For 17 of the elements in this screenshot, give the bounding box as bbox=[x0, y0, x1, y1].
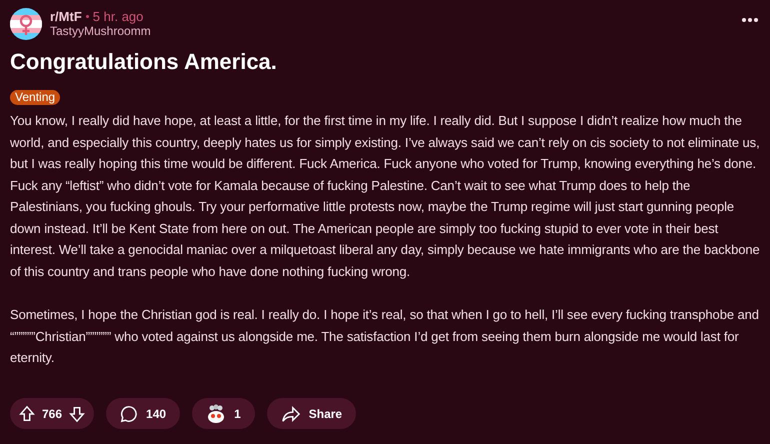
post-time: 5 hr. ago bbox=[92, 9, 144, 24]
subreddit-link[interactable]: r/MtF bbox=[50, 9, 82, 24]
share-arrow-icon bbox=[280, 404, 301, 422]
flair-tag[interactable]: Venting bbox=[10, 90, 60, 105]
downvote-icon[interactable] bbox=[68, 404, 86, 422]
vote-count: 766 bbox=[42, 406, 62, 422]
author-link[interactable]: TastyyMushroomm bbox=[50, 24, 151, 39]
share-button[interactable]: Share bbox=[266, 398, 356, 429]
speech-bubble-icon bbox=[120, 404, 138, 422]
avatar-icon[interactable] bbox=[10, 8, 42, 40]
post-paragraph: Sometimes, I hope the Christian god is real. I really do. I hope it’s real, so that when I go to hell, I’ll see every fucking transphobe and “”””””Christian”””””” who voted against us alongside me. The satisfaction I’d get from seeing them burn alongside me would last for eternity. bbox=[10, 306, 760, 367]
post-paragraph: You know, I really did have hope, at least a little, for the first time in my life. I really did. But I suppose I didn’t realize how much the world, and especially this country, deeply hates us for simply existing. I’ve always said we can’t rely on cis society to not eliminate us, but I was really hoping this time would be different. Fuck America. Fuck anyone who voted for Trump, knowing everything he’s done. Fuck any “leftist” who didn’t vote for Kamala because of fucking Palestine. Can’t wait to see what Trump does to help the Palestinians, you fucking ghouls. Try your performative little protests now, maybe the Trump regime will just start gunning people down instead. It’ll be Kent State from here on out. The American people are simply too fucking stupid to ever vote in their best interest. We’ll take a genocidal maniac over a milquetoast liberal any day, simply because we hate immigrants who are the backbone of this country and trans people who have done nothing fucking wrong. bbox=[10, 112, 761, 281]
post-title: Congratulations America. bbox=[10, 48, 278, 76]
awards-button[interactable]: 1 bbox=[192, 398, 255, 429]
comments-button[interactable]: 140 bbox=[106, 398, 180, 429]
upvote-icon[interactable] bbox=[18, 404, 36, 422]
mascot-icon bbox=[206, 404, 226, 424]
